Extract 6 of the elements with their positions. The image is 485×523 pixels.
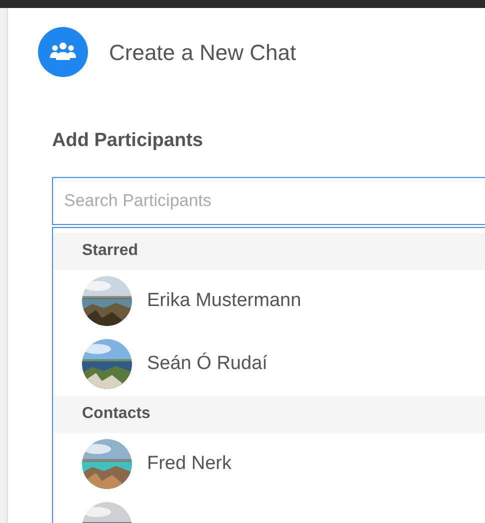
search-field[interactable]: Search Participants [52, 176, 485, 224]
group-icon [38, 27, 88, 77]
dialog-title: Create a New Chat [109, 38, 296, 66]
group-header: Starred [82, 241, 138, 261]
section-heading: Add Participants [52, 129, 204, 153]
group-header: Contacts [82, 404, 150, 424]
